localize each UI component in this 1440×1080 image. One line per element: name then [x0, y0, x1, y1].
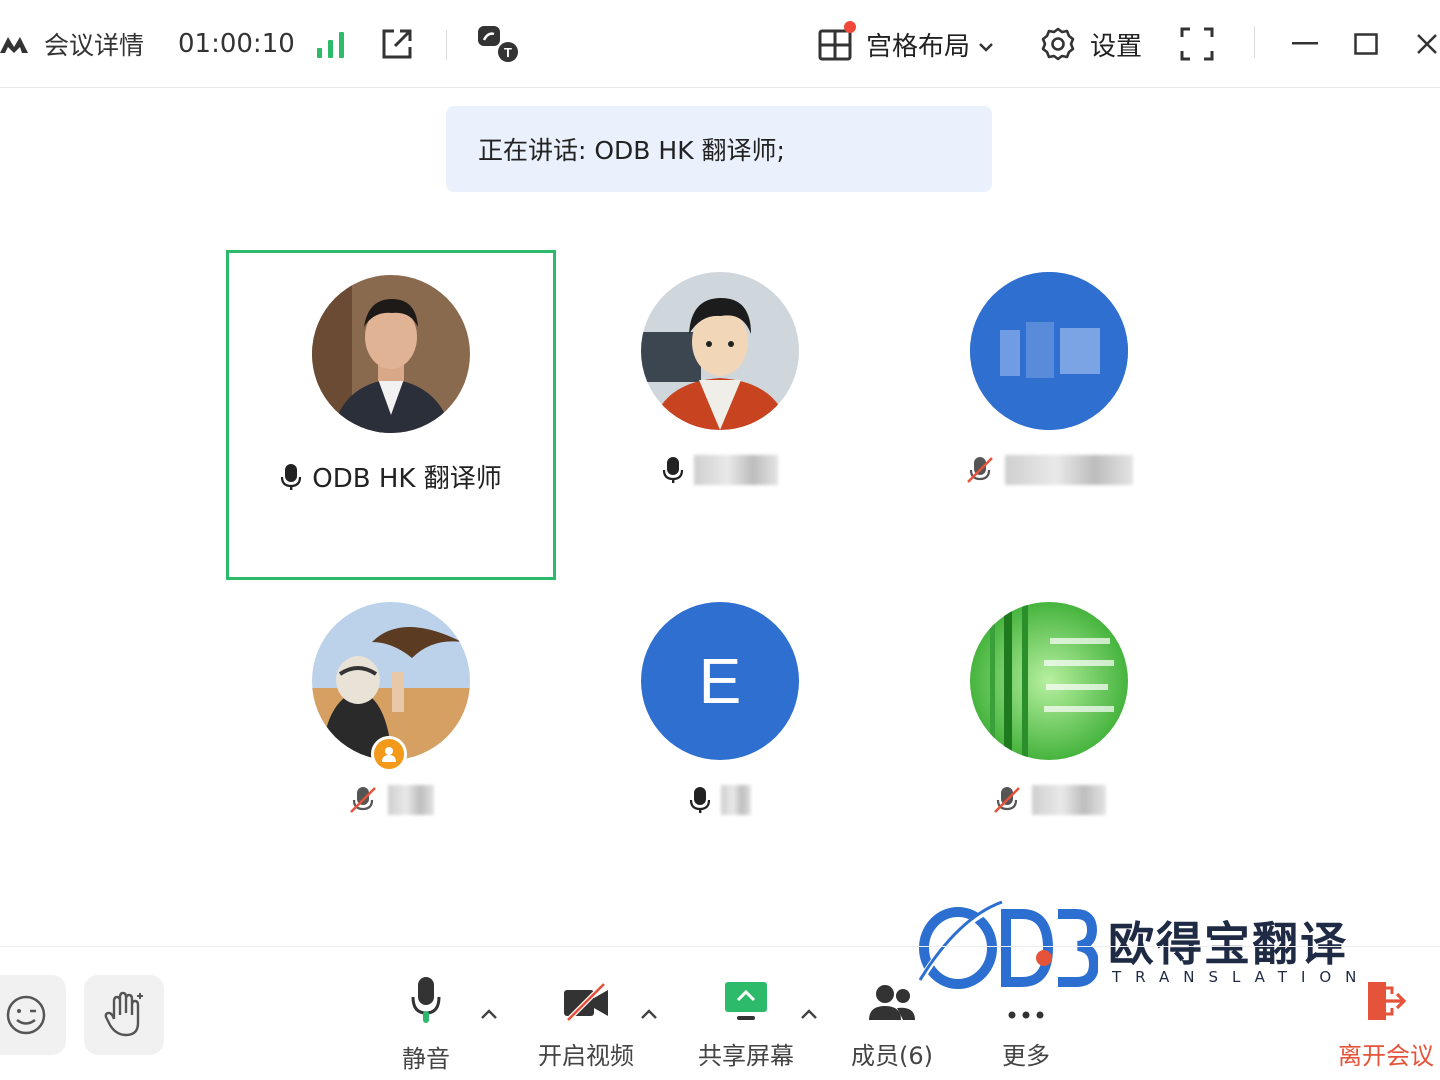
settings-button[interactable]: 设置 — [1040, 0, 1142, 88]
avatar — [641, 272, 799, 430]
maximize-icon[interactable] — [1354, 0, 1384, 88]
participant-name-row: ODB HK 翻译师 — [229, 458, 553, 495]
avatar — [970, 602, 1128, 760]
chevron-up-icon[interactable] — [800, 1007, 818, 1021]
fullscreen-icon[interactable] — [1180, 0, 1214, 88]
emoji-icon — [6, 995, 46, 1035]
meeting-window: 会议详情 01:00:10 T 宫格布局 设置 正在讲话: ODB HK 翻译师… — [0, 0, 1440, 1080]
grid-layout-label: 宫格布局 — [866, 31, 971, 62]
share-screen-label: 共享屏幕 — [698, 1042, 794, 1070]
participant-tile[interactable]: ODB HK 翻译师 — [226, 250, 556, 580]
close-icon[interactable] — [1416, 0, 1440, 88]
participant-name-row — [555, 785, 885, 815]
svg-text:T: T — [504, 45, 512, 60]
leave-meeting-button[interactable]: 离开会议 — [1326, 975, 1440, 1071]
participant-tile[interactable] — [884, 580, 1214, 910]
participant-name-redacted — [1032, 785, 1106, 815]
participant-name-redacted — [721, 785, 751, 815]
popout-icon[interactable] — [380, 0, 414, 88]
title-bar: 会议详情 01:00:10 T 宫格布局 设置 — [0, 0, 1440, 88]
grid-layout-button[interactable]: 宫格布局 — [818, 0, 994, 88]
mute-button[interactable]: 静音 — [366, 975, 486, 1073]
participant-tile[interactable] — [226, 580, 556, 910]
members-button[interactable]: 成员(6) — [832, 975, 952, 1071]
mute-label: 静音 — [402, 1045, 450, 1073]
share-screen-icon — [725, 982, 767, 1020]
members-label: 成员(6) — [851, 1042, 933, 1070]
reaction-button[interactable] — [0, 975, 66, 1055]
more-button[interactable]: 更多 — [966, 975, 1086, 1071]
active-speaker-text: 正在讲话: ODB HK 翻译师; — [478, 136, 785, 165]
start-video-button[interactable]: 开启视频 — [526, 975, 646, 1071]
raise-hand-icon — [104, 991, 143, 1037]
live-caption-icon[interactable]: T — [476, 0, 520, 88]
minimize-icon[interactable] — [1292, 0, 1322, 88]
host-badge-icon — [371, 736, 407, 772]
avatar — [312, 275, 470, 433]
participant-name-row — [884, 455, 1214, 485]
microphone-muted-icon — [350, 787, 376, 813]
participant-tile[interactable] — [555, 250, 885, 580]
raise-hand-button[interactable] — [84, 975, 164, 1055]
grid-layout-icon — [818, 21, 856, 61]
more-label: 更多 — [1002, 1042, 1050, 1070]
microphone-muted-icon — [967, 457, 993, 483]
participant-name-row — [555, 455, 885, 485]
gear-icon — [1041, 27, 1075, 61]
titlebar-divider — [1254, 26, 1255, 58]
avatar — [970, 272, 1128, 430]
participant-name: ODB HK 翻译师 — [312, 464, 502, 494]
members-icon — [869, 985, 915, 1020]
participant-name-row — [884, 785, 1214, 815]
meeting-toolbar: 静音 开启视频 共享屏幕 成员(6) 更多 离开会议 — [0, 946, 1440, 1080]
microphone-icon — [281, 463, 302, 490]
titlebar-divider — [446, 30, 447, 60]
participant-name-redacted — [694, 455, 778, 485]
chevron-up-icon[interactable] — [640, 1007, 658, 1021]
start-video-label: 开启视频 — [538, 1042, 634, 1070]
leave-meeting-label: 离开会议 — [1338, 1042, 1434, 1070]
avatar-initial: E — [698, 645, 742, 717]
participant-name-row — [226, 785, 556, 815]
chevron-down-icon — [978, 29, 994, 59]
video-off-icon — [564, 982, 608, 1022]
more-dots-icon — [1008, 1011, 1044, 1019]
app-logo-icon — [0, 0, 40, 88]
participant-tile[interactable] — [884, 250, 1214, 580]
meeting-timer: 01:00:10 — [178, 29, 295, 59]
microphone-icon — [411, 977, 441, 1023]
meeting-detail-link[interactable]: 会议详情 — [44, 0, 144, 88]
microphone-icon — [662, 457, 684, 483]
network-signal-icon[interactable] — [316, 0, 346, 88]
chevron-up-icon[interactable] — [480, 1007, 498, 1021]
active-speaker-banner: 正在讲话: ODB HK 翻译师; — [446, 106, 992, 192]
microphone-muted-icon — [994, 787, 1020, 813]
notification-dot — [844, 21, 856, 33]
share-screen-button[interactable]: 共享屏幕 — [686, 975, 806, 1071]
microphone-icon — [689, 787, 711, 813]
avatar: E — [641, 602, 799, 760]
participant-name-redacted — [1005, 455, 1133, 485]
settings-label: 设置 — [1090, 31, 1143, 62]
participant-name-redacted — [388, 785, 434, 815]
leave-icon — [1368, 982, 1407, 1020]
participant-tile[interactable]: E — [555, 580, 885, 910]
